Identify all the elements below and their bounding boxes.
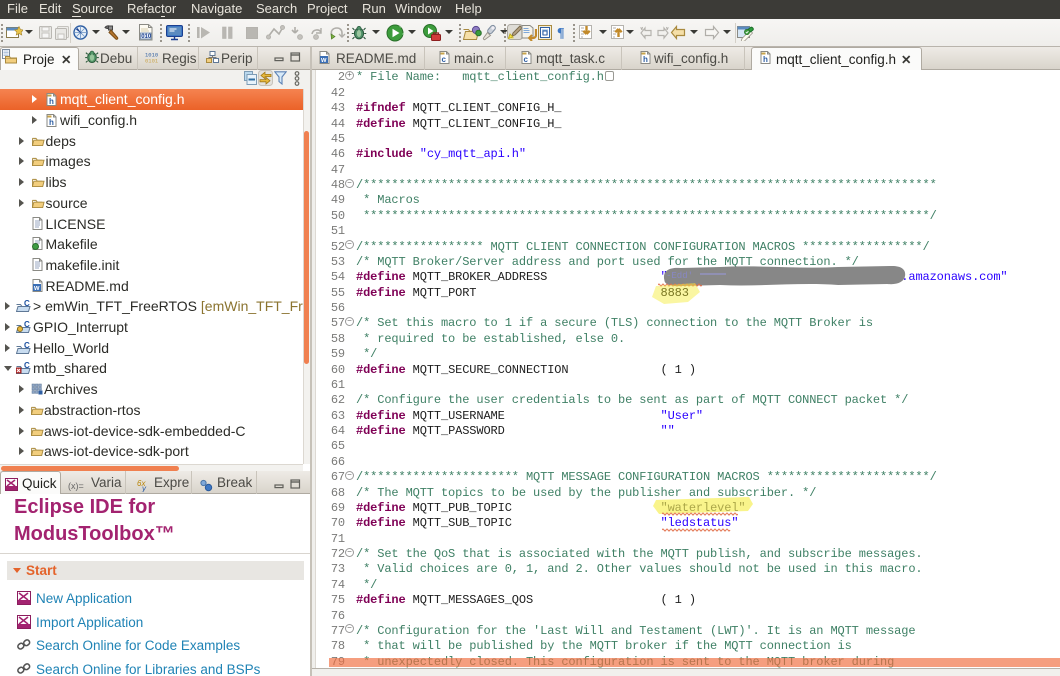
svg-text:C: C	[24, 300, 30, 308]
svg-text:¶: ¶	[557, 26, 565, 40]
svg-text:c: c	[523, 55, 528, 64]
svg-text:0101: 0101	[145, 58, 159, 64]
svg-text:(x)=: (x)=	[68, 481, 84, 491]
svg-text:010: 010	[141, 34, 152, 40]
svg-text:C: C	[24, 362, 30, 370]
svg-text:h: h	[49, 97, 54, 106]
svg-text:h: h	[643, 55, 648, 64]
svg-text:C: C	[24, 342, 30, 350]
svg-text:y: y	[141, 484, 147, 492]
svg-text:h: h	[763, 55, 768, 64]
svg-text:C: C	[24, 321, 30, 329]
svg-text:w: w	[33, 285, 40, 292]
svg-text:h: h	[49, 118, 54, 127]
svg-text:c: c	[441, 55, 446, 64]
svg-text:w: w	[320, 57, 327, 64]
